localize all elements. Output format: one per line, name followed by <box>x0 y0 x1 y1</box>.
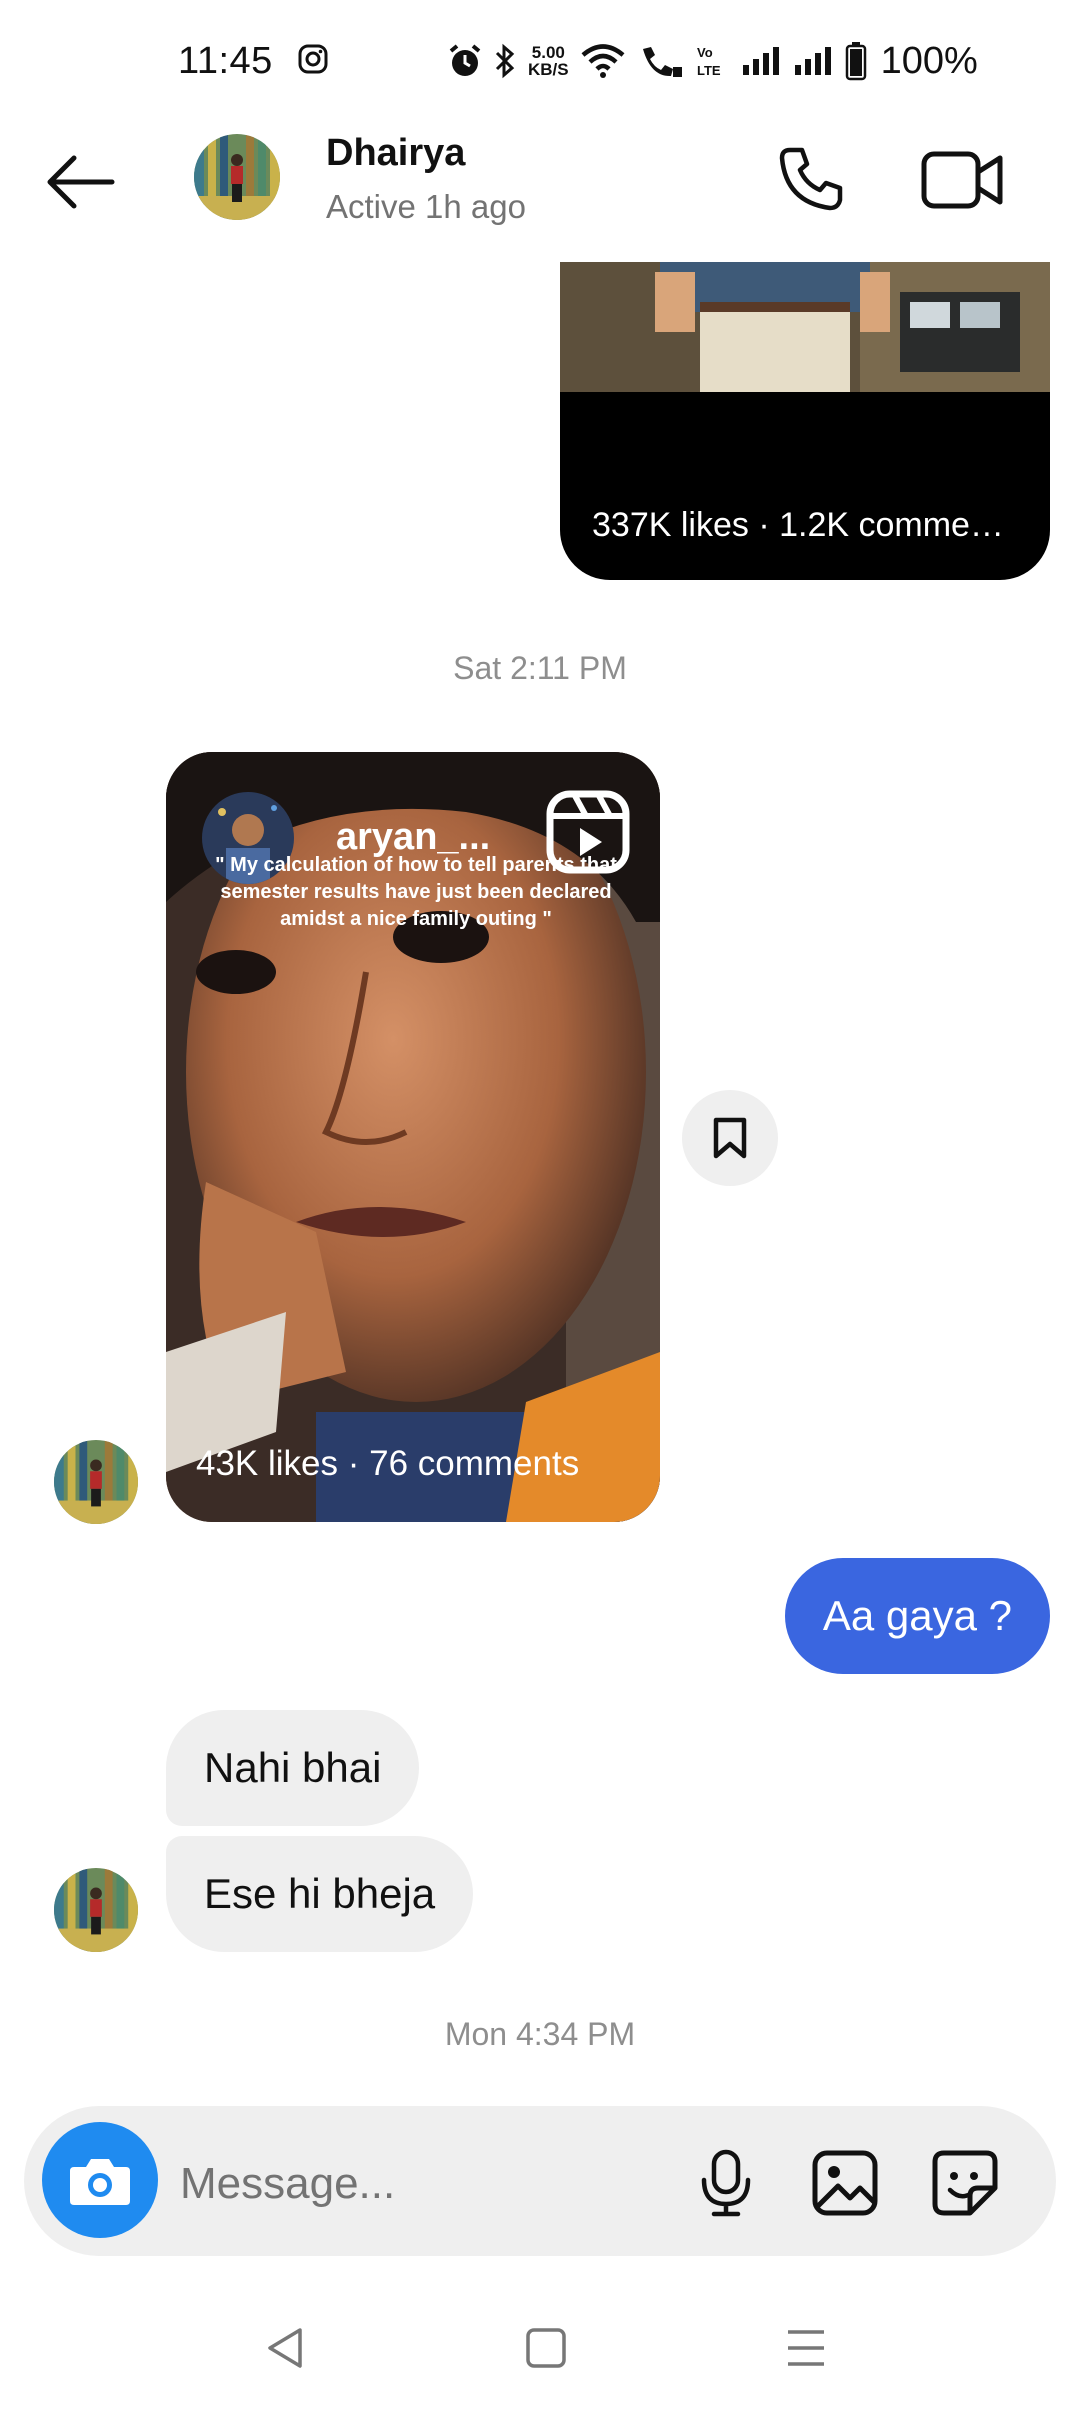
network-speed: 5.00 KB/S <box>528 44 569 78</box>
phone-call-icon[interactable] <box>776 144 846 214</box>
reel-author-username: aryan_... <box>336 816 491 858</box>
status-icons: 5.00 KB/S Vo LTE 100% <box>448 36 978 86</box>
reel-1-thumbnail <box>560 262 1050 392</box>
video-call-icon[interactable] <box>920 144 1004 214</box>
contact-active-status: Active 1h ago <box>326 188 526 225</box>
received-message-bubble[interactable]: Nahi bhai <box>166 1710 420 1826</box>
nav-home-icon[interactable] <box>524 2326 568 2370</box>
message-input[interactable] <box>178 2148 662 2220</box>
alarm-icon <box>449 44 481 76</box>
gallery-icon[interactable] <box>810 2148 880 2218</box>
reel-1-likes-comments: 337K likes · 1.2K comme… <box>592 506 1004 544</box>
message-timestamp: Mon 4:34 PM <box>444 2016 636 2052</box>
wifi-icon <box>581 44 625 78</box>
save-reel-button[interactable] <box>682 1090 778 1186</box>
network-speed-unit: KB/S <box>528 60 569 79</box>
sticker-icon[interactable] <box>930 2148 1000 2218</box>
bookmark-icon <box>713 1117 747 1159</box>
message-timestamp: Sat 2:11 PM <box>453 650 627 686</box>
reel-2-likes-comments: 43K likes · 76 comments <box>196 1444 580 1483</box>
back-arrow-icon[interactable] <box>40 150 124 214</box>
nav-recents-icon[interactable] <box>784 2328 828 2368</box>
microphone-icon[interactable] <box>694 2148 758 2218</box>
sent-message-bubble[interactable]: Aa gaya ? <box>784 1558 1050 1674</box>
signal-icon-sim1 <box>742 47 779 75</box>
sender-avatar[interactable] <box>54 1868 138 1952</box>
battery-percentage: 100% <box>880 39 978 82</box>
wifi-calling-icon <box>642 47 682 77</box>
contact-avatar[interactable] <box>194 134 280 220</box>
shared-reel-2[interactable]: " My calculation of how to tell parents … <box>166 752 660 1522</box>
contact-name[interactable]: Dhairya <box>326 132 465 175</box>
bluetooth-icon <box>495 43 515 79</box>
nav-back-icon[interactable] <box>262 2326 312 2370</box>
camera-icon <box>70 2159 130 2205</box>
instagram-icon <box>298 44 328 74</box>
sender-avatar[interactable] <box>54 1440 138 1524</box>
volte-icon: Vo LTE <box>697 45 721 78</box>
reels-icon <box>546 790 630 874</box>
status-time: 11:45 <box>178 40 273 82</box>
svg-text:LTE: LTE <box>697 63 721 78</box>
network-speed-value: 5.00 <box>531 43 565 62</box>
signal-icon-sim2 <box>794 47 831 75</box>
received-message-bubble[interactable]: Ese hi bheja <box>166 1836 474 1952</box>
svg-text:Vo: Vo <box>697 45 713 60</box>
battery-icon <box>845 42 866 81</box>
shared-reel-1[interactable]: 337K likes · 1.2K comme… <box>560 262 1050 580</box>
camera-button[interactable] <box>42 2122 158 2238</box>
